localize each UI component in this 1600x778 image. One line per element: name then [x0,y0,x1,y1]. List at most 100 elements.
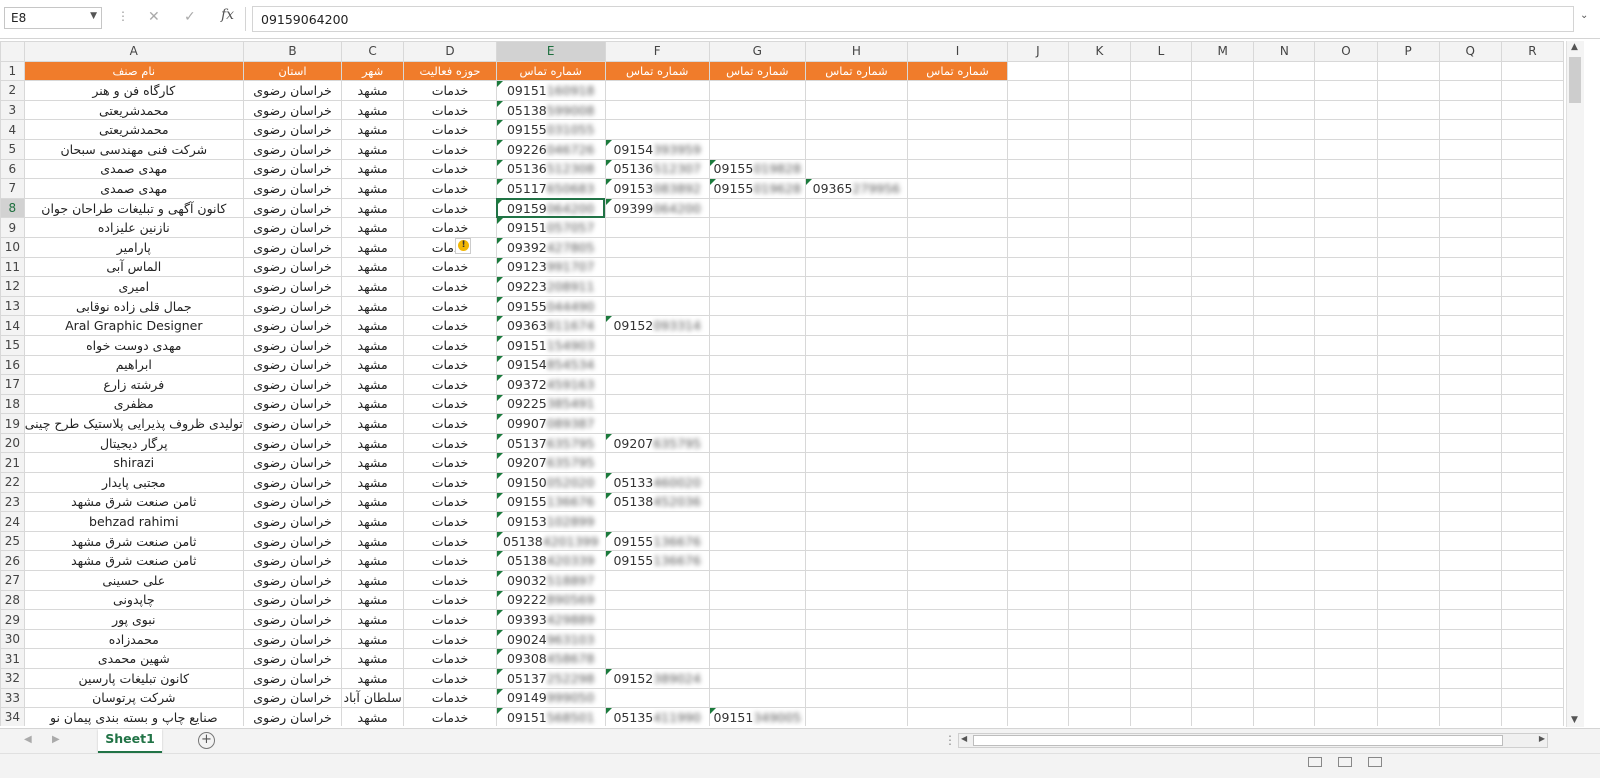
cell-phone[interactable] [708,236,806,258]
row-header[interactable]: 4 [0,119,25,140]
column-header[interactable]: H [804,41,909,62]
cell-phone[interactable]: 09372459163 [495,374,606,395]
cell[interactable] [1006,80,1069,101]
cell-phone[interactable]: 09308458678 [495,648,606,669]
cell-city[interactable]: مشهد [341,491,405,513]
cell[interactable] [1191,530,1255,552]
row-header[interactable]: 29 [0,609,25,630]
cell-shop-name[interactable]: ثامن صنعت شرق مشهد [23,550,244,572]
cell[interactable] [1006,158,1069,180]
row-header[interactable]: 24 [0,511,25,532]
cell[interactable] [1500,550,1564,572]
cell-phone[interactable] [708,530,806,552]
cell-phone[interactable] [907,374,1008,395]
cell[interactable] [1376,276,1440,297]
tab-split-handle-icon[interactable]: ⋮ [944,733,956,747]
cell-phone[interactable] [804,334,909,356]
cell-province[interactable]: خراسان رضوی [242,413,343,434]
cell-phone[interactable] [804,256,909,278]
cell-phone[interactable] [804,197,909,219]
name-box[interactable]: E8 ▼ [4,7,102,29]
cell-province[interactable]: خراسان رضوی [242,687,343,709]
cell-phone[interactable] [708,80,806,101]
cell-province[interactable]: خراسان رضوی [242,158,343,180]
cell-phone[interactable] [708,138,806,160]
cell[interactable] [1129,609,1193,630]
row-header[interactable]: 23 [0,491,25,513]
cell-province[interactable]: خراسان رضوی [242,628,343,650]
cell[interactable] [1006,570,1069,591]
tab-sheet1[interactable]: Sheet1 [98,729,162,754]
cell[interactable] [1067,138,1131,160]
row-header[interactable]: 12 [0,276,25,297]
cell[interactable] [1438,472,1502,493]
cell[interactable] [1006,178,1069,199]
cell-phone[interactable] [907,99,1008,121]
cell[interactable] [1500,432,1564,454]
cell-phone[interactable]: 05138420339 [495,550,606,572]
cell[interactable] [1253,295,1316,317]
cell-shop-name[interactable]: مهدی دوست خواه [23,334,244,356]
cell[interactable] [1376,138,1440,160]
cell-phone[interactable] [604,609,710,630]
cell-shop-name[interactable]: شهین محمدی [23,648,244,669]
cell[interactable] [1438,511,1502,532]
cell[interactable] [1438,432,1502,454]
cell-phone[interactable] [907,511,1008,532]
cell-phone[interactable] [907,158,1008,180]
cell-city[interactable]: مشهد [341,511,405,532]
cell[interactable] [1067,119,1131,140]
cell[interactable] [1067,432,1131,454]
cell[interactable] [1191,138,1255,160]
cell-city[interactable]: مشهد [341,334,405,356]
cell[interactable] [1006,609,1069,630]
cell-phone[interactable] [604,570,710,591]
cell-phone[interactable] [708,393,806,415]
cell[interactable] [1314,256,1378,278]
cell[interactable] [1129,354,1193,376]
cell-province[interactable]: خراسان رضوی [242,236,343,258]
cell[interactable] [1253,589,1316,611]
cell-phone[interactable]: 09032518897 [495,570,606,591]
cell-phone[interactable] [804,80,909,101]
cell[interactable] [1314,315,1378,336]
cell-phone[interactable]: 05135411990 [604,707,710,726]
cell-phone[interactable] [804,648,909,669]
cell-province[interactable]: خراسان رضوی [242,668,343,689]
cell[interactable] [1253,472,1316,493]
cell-province[interactable]: خراسان رضوی [242,452,343,474]
header-cell-phone[interactable]: شماره تماس [804,60,909,82]
row-header[interactable]: 7 [0,178,25,199]
cell-phone[interactable] [907,393,1008,415]
cell[interactable] [1500,452,1564,474]
next-sheet-icon[interactable]: ▶ [52,734,60,745]
cell[interactable] [1191,80,1255,101]
cell-activity[interactable]: خدمات [403,511,497,532]
cell-phone[interactable] [907,687,1008,709]
cell-phone[interactable] [708,334,806,356]
cell-city[interactable]: مشهد [341,589,405,611]
cell[interactable] [1314,393,1378,415]
cell[interactable] [1376,99,1440,121]
cell-phone[interactable] [604,628,710,650]
cell[interactable] [1006,511,1069,532]
cell-phone[interactable]: 05137635795 [495,432,606,454]
cell[interactable] [1438,354,1502,376]
cell-phone[interactable] [604,256,710,278]
cell-province[interactable]: خراسان رضوی [242,354,343,376]
cell-phone[interactable] [907,609,1008,630]
cell[interactable] [1129,628,1193,650]
cell[interactable] [1191,589,1255,611]
cell[interactable] [1006,687,1069,709]
cell-phone[interactable]: 09155136676 [495,491,606,513]
cell[interactable] [1191,413,1255,434]
cell-phone[interactable] [708,511,806,532]
cell-phone[interactable] [604,452,710,474]
cell-phone[interactable] [804,511,909,532]
cell-phone[interactable] [907,628,1008,650]
cell[interactable] [1067,668,1131,689]
cell[interactable] [1314,530,1378,552]
cell-phone[interactable] [907,138,1008,160]
cell[interactable] [1067,452,1131,474]
cell-province[interactable]: خراسان رضوی [242,295,343,317]
